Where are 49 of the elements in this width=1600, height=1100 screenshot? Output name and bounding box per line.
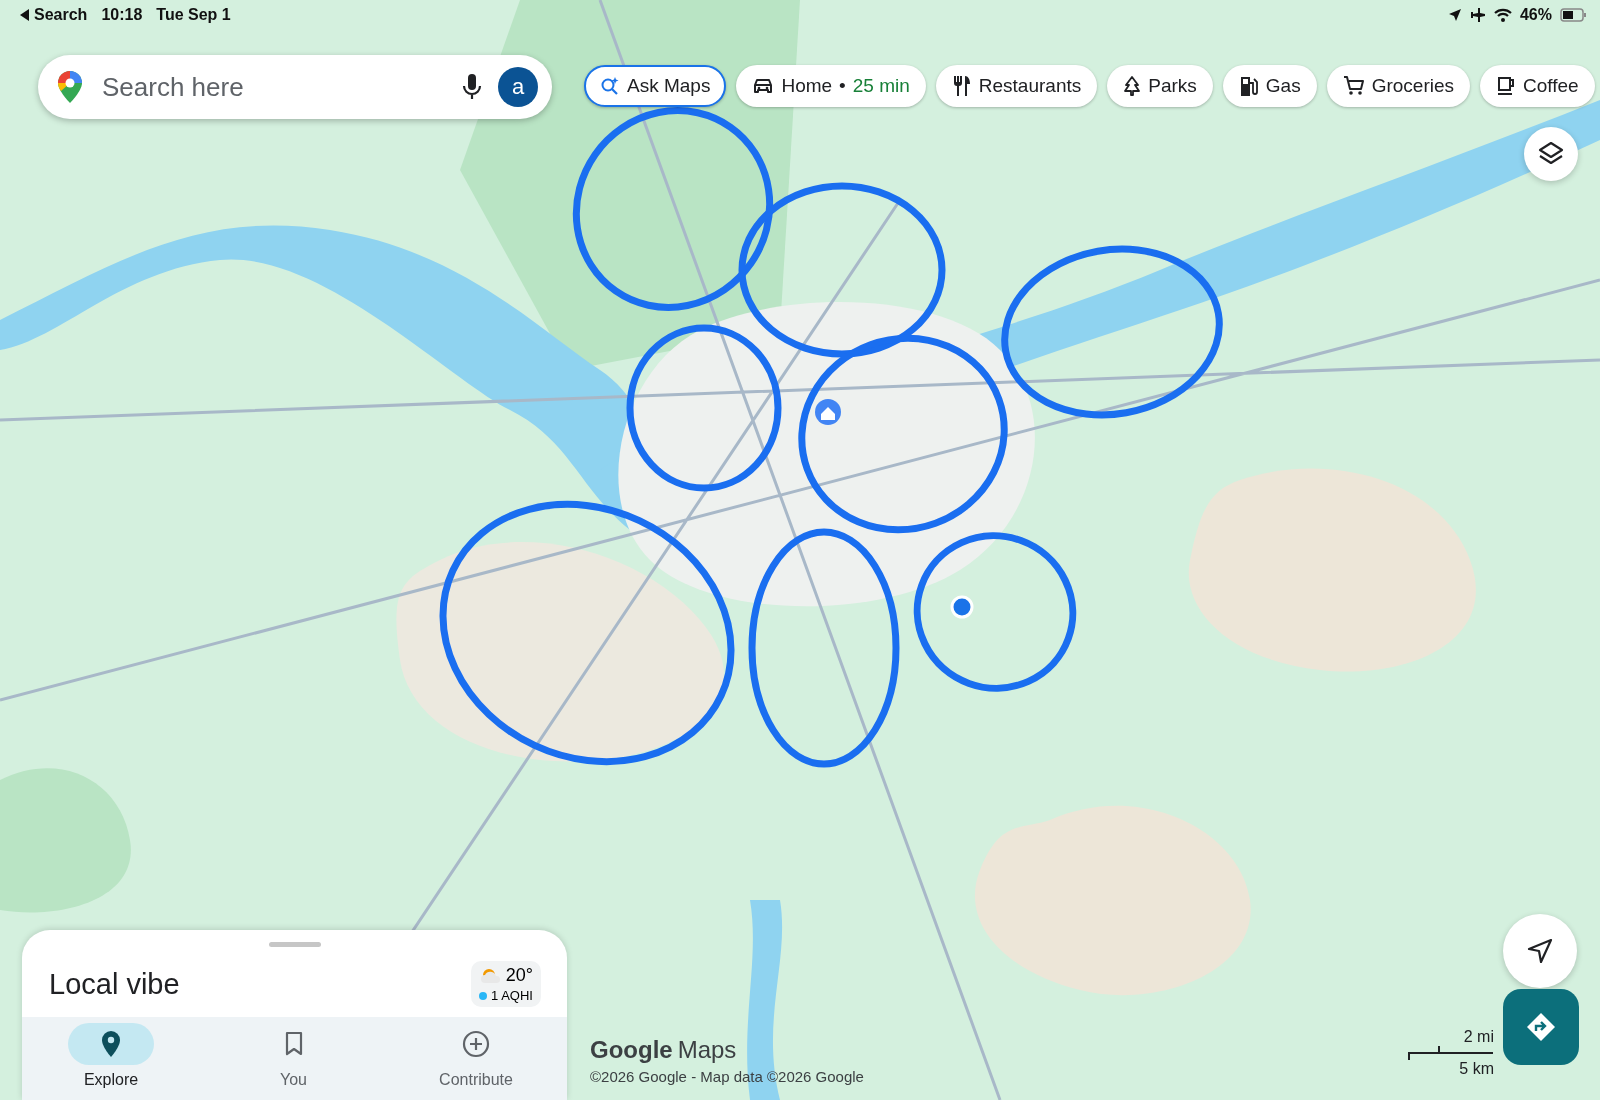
sheet-title: Local vibe: [49, 967, 181, 1001]
cart-icon: [1342, 75, 1365, 97]
car-icon: [752, 77, 775, 95]
account-avatar[interactable]: a: [498, 67, 538, 107]
status-date: Tue Sep 1: [156, 6, 231, 24]
copyright-text: ©2026 Google - Map data ©2026 Google: [590, 1068, 864, 1085]
sun-cloud-icon: [479, 966, 502, 985]
sparkle-search-icon: [600, 76, 620, 96]
scale-imperial: 2 mi: [1463, 1028, 1494, 1046]
fuel-pump-icon: [1238, 75, 1259, 97]
tree-icon: [1123, 76, 1142, 96]
microphone-icon[interactable]: [462, 73, 482, 101]
nav-tab[interactable]: Contribute: [433, 1023, 519, 1100]
location-arrow-icon: [1447, 8, 1462, 22]
maps-pin-logo-icon: [56, 69, 84, 105]
category-chip[interactable]: Parks: [1107, 65, 1213, 107]
weather-badge[interactable]: 20° 1 AQHI: [471, 961, 541, 1007]
status-dot-icon: [479, 991, 488, 1000]
search-field[interactable]: Search here a: [38, 55, 552, 119]
category-chip[interactable]: Restaurants: [935, 65, 1098, 107]
back-link[interactable]: Search: [34, 6, 88, 24]
airplane-icon: [1469, 8, 1486, 22]
scale-bar-icon: [1408, 1046, 1494, 1060]
drag-handle[interactable]: [268, 942, 321, 947]
layers-icon: [1538, 141, 1564, 167]
brand-logo-text: Google: [590, 1036, 673, 1064]
home-marker-icon: [815, 399, 841, 425]
pin-icon: [100, 1030, 122, 1058]
coffee-cup-icon: [1496, 75, 1517, 97]
battery-percent: 46%: [1519, 6, 1552, 24]
battery-icon: [1560, 8, 1586, 22]
product-logo-text: Maps: [677, 1036, 737, 1064]
scale-metric: 5 km: [1459, 1060, 1494, 1078]
wifi-icon: [1493, 8, 1512, 22]
add-circle-icon: [462, 1030, 490, 1058]
category-chip[interactable]: Home • 25 min: [736, 65, 926, 107]
directions-button[interactable]: [1503, 989, 1579, 1065]
current-location-icon: [950, 595, 974, 619]
bookmark-icon: [283, 1031, 304, 1057]
nav-tab[interactable]: You: [250, 1023, 337, 1100]
category-chip[interactable]: Gas: [1222, 65, 1317, 107]
category-chip[interactable]: Groceries: [1326, 65, 1471, 107]
category-chip[interactable]: Coffee: [1480, 65, 1595, 107]
fork-knife-icon: [951, 75, 972, 97]
back-arrow-icon[interactable]: [20, 9, 30, 21]
directions-icon: [1525, 1011, 1557, 1043]
status-time: 10:18: [101, 6, 143, 24]
navigation-arrow-icon: [1527, 938, 1553, 964]
category-chip[interactable]: Ask Maps: [584, 65, 727, 107]
